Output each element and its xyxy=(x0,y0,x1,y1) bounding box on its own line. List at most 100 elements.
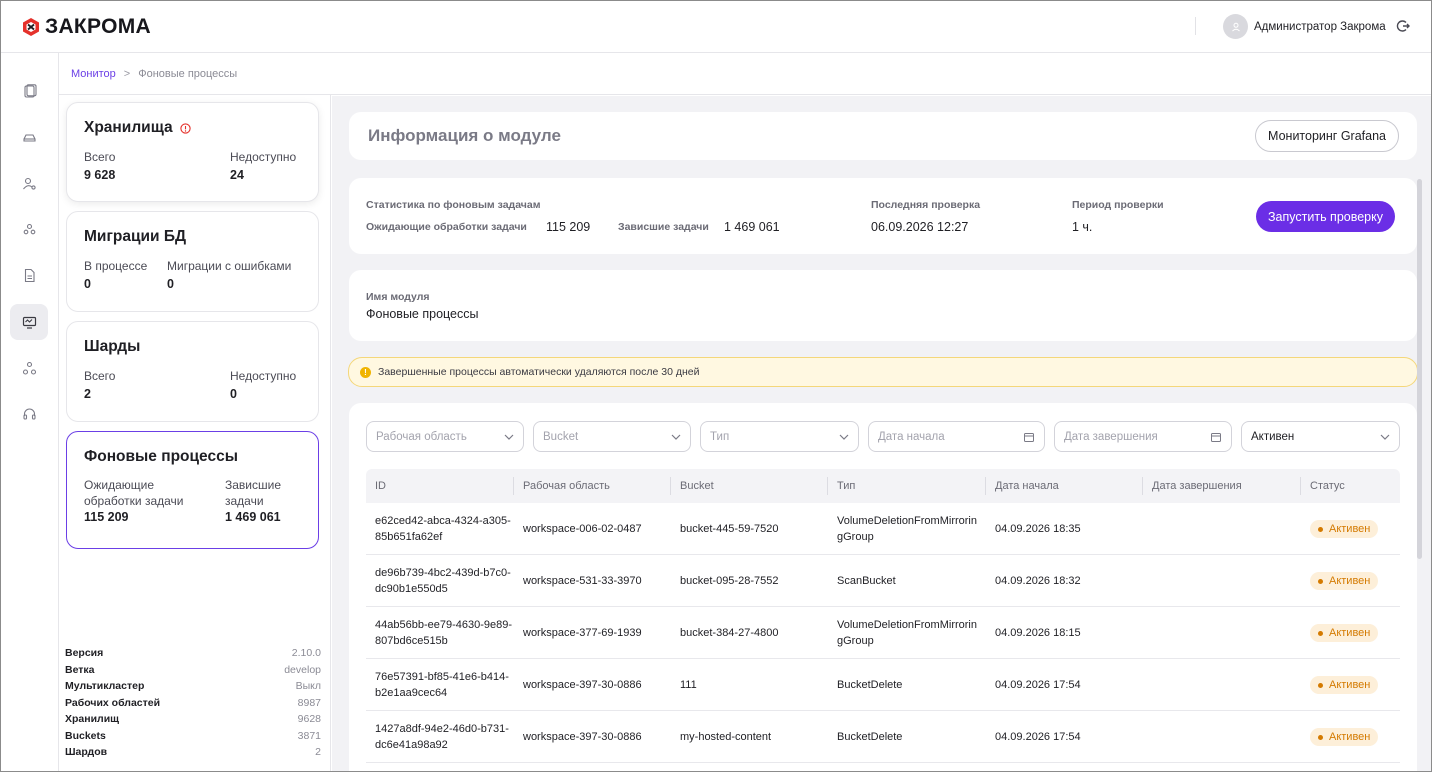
breadcrumb-separator: > xyxy=(123,67,131,80)
cell-bucket-text: my-hosted-content xyxy=(680,731,772,743)
app-logo[interactable]: ЗАКРОМА xyxy=(21,15,151,39)
status-text: Активен xyxy=(1329,731,1371,743)
card-storage-unavailable-label: Недоступно xyxy=(230,150,297,164)
cell-workspace: workspace-531-33-3970 xyxy=(514,555,642,607)
card-storage-total-label: Всего xyxy=(84,150,116,164)
user-settings-icon[interactable] xyxy=(10,165,48,201)
cell-bucket-text: bucket-095-28-7552 xyxy=(680,575,779,587)
cell-id-text[interactable]: de96b739-4bc2-439d-b7c0-dc90b1e550d5 xyxy=(375,565,515,597)
retention-alert: ! Завершенные процессы автоматически уда… xyxy=(348,357,1418,387)
cell-id: 44ab56bb-ee79-4630-9e89-807bd6ce515b xyxy=(366,607,515,659)
card-migrations-progress-label: В процессе xyxy=(84,259,148,273)
bucket-filter[interactable]: Bucket xyxy=(533,421,691,452)
info-key: Рабочих областей xyxy=(65,696,161,709)
column-header-id[interactable]: ID xyxy=(366,469,386,503)
status-text: Активен xyxy=(1329,627,1371,639)
cell-id: 1427a8df-94e2-46d0-b731-dc6e41a98a92 xyxy=(366,711,515,763)
workspace-filter[interactable]: Рабочая область xyxy=(366,421,524,452)
stats-pending-label: Ожидающие обработки задачи xyxy=(366,221,527,233)
cell-end-date xyxy=(1143,503,1152,555)
processes-table-panel: Рабочая область Bucket Тип Дата начала Д… xyxy=(349,403,1417,771)
cell-id-text[interactable]: 44ab56bb-ee79-4630-9e89-807bd6ce515b xyxy=(375,617,515,649)
table-row[interactable]: de96b739-4bc2-439d-b7c0-dc90b1e550d5 work… xyxy=(366,555,1400,607)
run-check-button[interactable]: Запустить проверку xyxy=(1256,201,1395,232)
table-row[interactable]: e62ced42-abca-4324-a305-85b651fa62ef work… xyxy=(366,503,1400,555)
cell-bucket-text: bucket-384-27-4800 xyxy=(680,627,779,639)
cell-workspace: workspace-377-69-1939 xyxy=(514,607,642,659)
storage-icon[interactable] xyxy=(10,119,48,155)
cell-type-text: VolumeDeletionFromMirroringGroup xyxy=(837,515,977,543)
card-migrations-title: Миграции БД xyxy=(84,228,187,245)
cell-type-text: BucketDelete xyxy=(837,679,903,691)
cell-type: BucketDelete xyxy=(828,659,977,711)
header-divider xyxy=(1195,17,1196,35)
monitor-icon[interactable] xyxy=(10,304,48,340)
cell-id: de96b739-4bc2-439d-b7c0-dc90b1e550d5 xyxy=(366,555,515,607)
cell-status: Активен xyxy=(1301,555,1379,607)
card-migrations[interactable]: Миграции БД В процессе 0 Миграции с ошиб… xyxy=(66,211,319,312)
info-value: Выкл xyxy=(295,680,321,692)
type-filter[interactable]: Тип xyxy=(700,421,859,452)
info-value: develop xyxy=(284,663,321,676)
stats-stuck-value: 1 469 061 xyxy=(724,220,780,234)
chevron-down-icon xyxy=(1380,434,1390,440)
cell-start-date: 04.09.2026 18:15 xyxy=(986,607,1081,659)
file-icon[interactable] xyxy=(10,257,48,293)
stats-stuck-label: Зависшие задачи xyxy=(618,221,709,233)
card-storage[interactable]: Хранилища Всего 9 628 Недоступно 24 xyxy=(66,102,319,202)
cell-type: VolumeDeletionFromMirroringGroup xyxy=(828,607,977,659)
logout-icon[interactable] xyxy=(1396,19,1410,33)
column-header-end-date[interactable]: Дата завершения xyxy=(1143,469,1242,503)
cell-workspace-text: workspace-397-30-0886 xyxy=(523,731,642,743)
workspace-filter-placeholder: Рабочая область xyxy=(376,430,467,443)
cell-workspace-text: workspace-377-69-1939 xyxy=(523,627,642,639)
info-value: 2.10.0 xyxy=(291,647,321,659)
cell-id: e62ced42-abca-4324-a305-85b651fa62ef xyxy=(366,503,515,555)
documents-icon[interactable] xyxy=(10,73,48,109)
table-row[interactable]: 76e57391-bf85-41e6-b414-b2e1aa9cec64 work… xyxy=(366,659,1400,711)
cell-workspace-text: workspace-531-33-3970 xyxy=(523,575,642,587)
last-check-label: Последняя проверка xyxy=(871,199,981,211)
start-date-filter[interactable]: Дата начала xyxy=(868,421,1045,452)
column-header-bucket[interactable]: Bucket xyxy=(671,469,714,503)
scrollbar[interactable] xyxy=(1417,179,1422,559)
user-menu[interactable]: Администратор Закрома xyxy=(1223,14,1386,39)
card-storage-total-value: 9 628 xyxy=(84,168,116,182)
column-header-start-date[interactable]: Дата начала xyxy=(986,469,1059,503)
nav-rail xyxy=(1,53,59,771)
grafana-button[interactable]: Мониторинг Grafana xyxy=(1255,120,1399,152)
cluster-icon[interactable] xyxy=(10,350,48,386)
column-separator xyxy=(670,477,671,495)
column-separator xyxy=(985,477,986,495)
end-date-filter[interactable]: Дата завершения xyxy=(1054,421,1232,452)
cell-start-date: 04.09.2026 18:35 xyxy=(986,503,1081,555)
column-header-type[interactable]: Тип xyxy=(828,469,855,503)
column-separator xyxy=(1142,477,1143,495)
column-header-status[interactable]: Статус xyxy=(1301,469,1345,503)
table-row[interactable]: 1427a8df-94e2-46d0-b731-dc6e41a98a92 work… xyxy=(366,711,1400,763)
card-background-processes[interactable]: Фоновые процессы Ожидающие обработки зад… xyxy=(66,431,319,549)
cell-id-text[interactable]: e62ced42-abca-4324-a305-85b651fa62ef xyxy=(375,513,515,545)
card-migrations-errors-value: 0 xyxy=(167,277,174,291)
support-icon[interactable] xyxy=(10,396,48,432)
cell-id-text[interactable]: 76e57391-bf85-41e6-b414-b2e1aa9cec64 xyxy=(375,669,515,701)
period-value: 1 ч. xyxy=(1072,220,1093,234)
card-migrations-progress-value: 0 xyxy=(84,277,91,291)
info-key: Версия xyxy=(65,647,104,659)
cell-id-text[interactable]: 1427a8df-94e2-46d0-b731-dc6e41a98a92 xyxy=(375,721,515,753)
breadcrumb-monitor-link[interactable]: Монитор xyxy=(71,68,116,80)
module-name-label: Имя модуля xyxy=(366,291,430,303)
status-dot-icon xyxy=(1318,578,1323,584)
cell-status: Активен xyxy=(1301,607,1379,659)
status-badge: Активен xyxy=(1310,624,1379,642)
cell-type: VolumeDeletionFromMirroringGroup xyxy=(828,503,977,555)
cell-type: ScanBucket xyxy=(828,555,977,607)
status-filter[interactable]: Активен xyxy=(1241,421,1400,452)
type-filter-placeholder: Тип xyxy=(710,430,730,443)
card-background-stuck-label-1: Зависшие xyxy=(225,478,282,492)
users-icon[interactable] xyxy=(10,211,48,247)
table-row[interactable]: 44ab56bb-ee79-4630-9e89-807bd6ce515b work… xyxy=(366,607,1400,659)
column-header-workspace[interactable]: Рабочая область xyxy=(514,469,610,503)
status-dot-icon xyxy=(1318,734,1323,740)
card-shards[interactable]: Шарды Всего 2 Недоступно 0 xyxy=(66,321,319,422)
